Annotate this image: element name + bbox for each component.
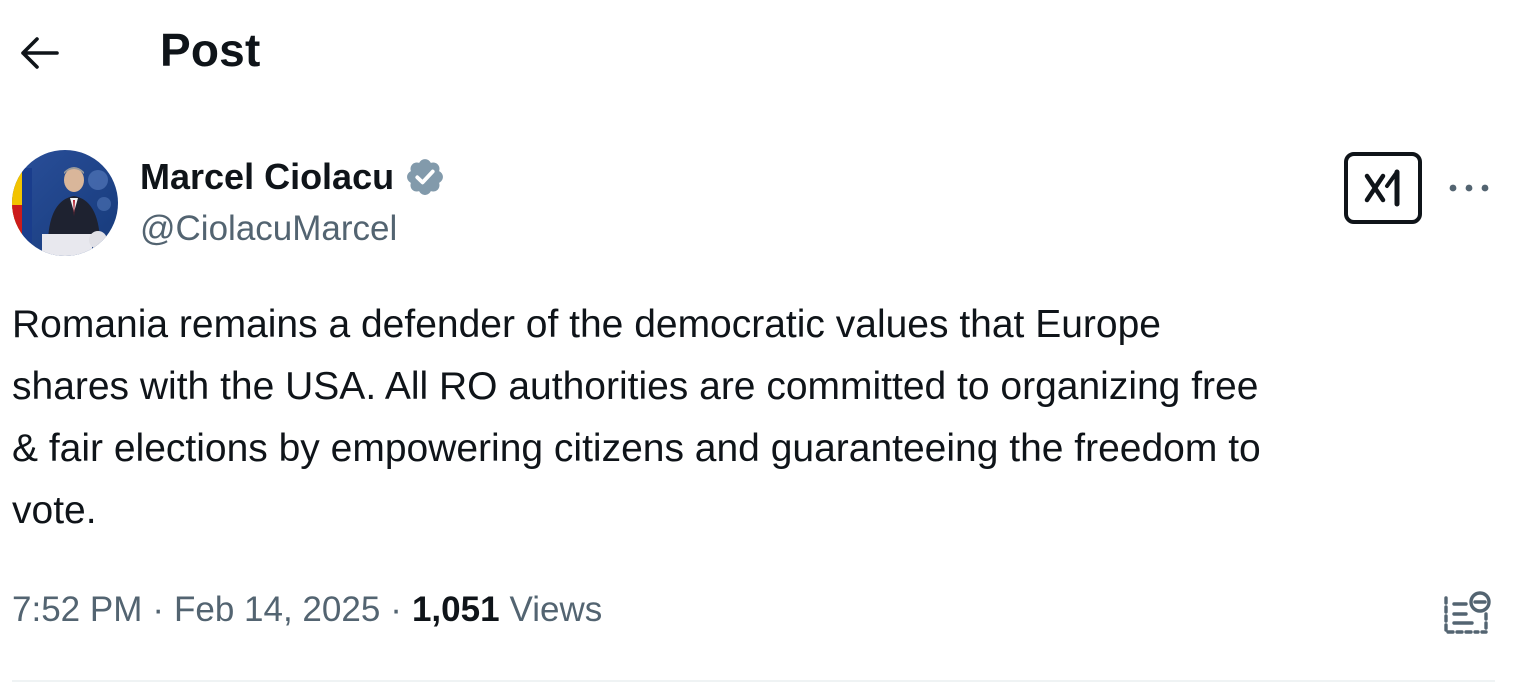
author-name-row: Marcel Ciolacu	[140, 154, 446, 200]
back-button[interactable]	[14, 30, 64, 76]
post-date[interactable]: Feb 14, 2025	[174, 586, 380, 634]
arrow-left-icon	[21, 37, 59, 69]
more-options-button[interactable]	[1444, 168, 1494, 208]
grok-icon	[1364, 169, 1400, 207]
divider	[12, 680, 1495, 682]
avatar-image	[12, 150, 118, 256]
post-meta: 7:52 PM · Feb 14, 2025 · 1,051 Views	[12, 586, 602, 634]
views-label: Views	[509, 590, 603, 629]
analytics-button[interactable]	[1440, 586, 1494, 640]
grok-button[interactable]	[1344, 152, 1422, 224]
meta-separator: ·	[390, 590, 402, 629]
analytics-icon	[1444, 591, 1491, 634]
author-display-name[interactable]: Marcel Ciolacu	[140, 154, 394, 200]
post-text: Romania remains a defender of the democr…	[12, 303, 1261, 532]
author-handle[interactable]: @CiolacuMarcel	[140, 206, 397, 252]
page-title: Post	[160, 24, 261, 76]
verified-badge-icon	[407, 159, 444, 195]
avatar[interactable]	[12, 150, 118, 256]
views-count: 1,051	[411, 590, 500, 629]
post-time[interactable]: 7:52 PM	[12, 586, 142, 634]
top-bar: Post	[0, 0, 1533, 100]
more-horizontal-icon	[1449, 184, 1489, 192]
meta-separator: ·	[152, 590, 165, 629]
